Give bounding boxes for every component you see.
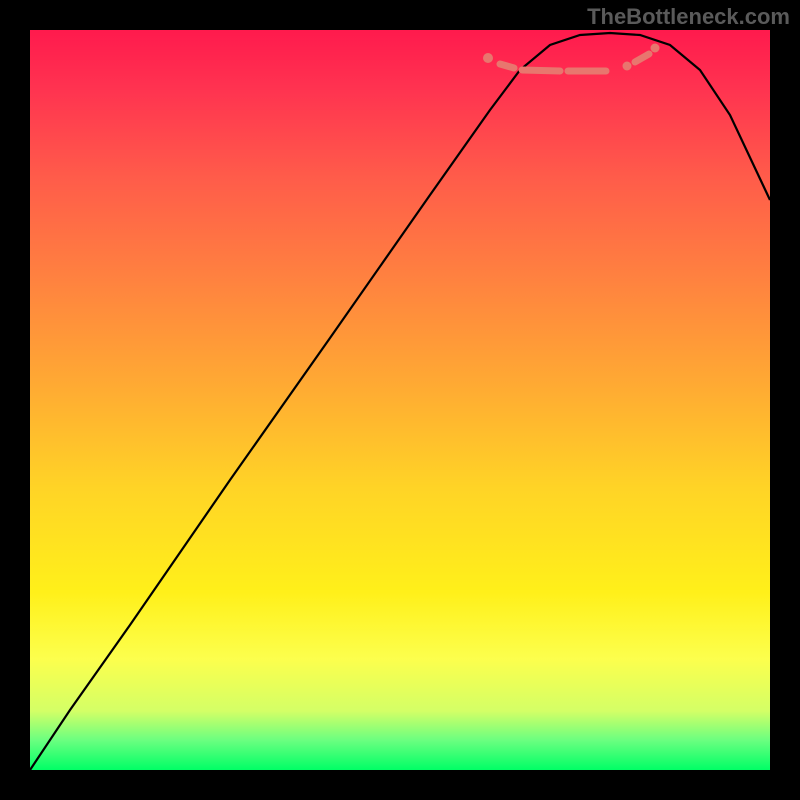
bottleneck-curve — [30, 33, 770, 770]
chart-svg — [30, 30, 770, 770]
attribution-label: TheBottleneck.com — [587, 4, 790, 30]
curve-dots — [483, 44, 660, 72]
chart-plot-area — [30, 30, 770, 770]
